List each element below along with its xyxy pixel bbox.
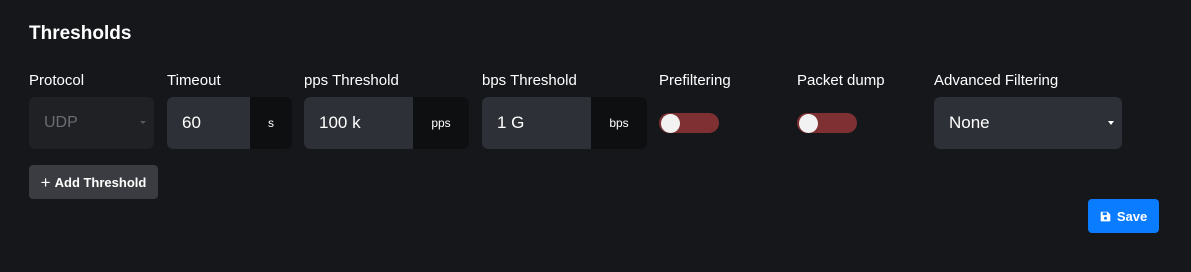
bps-threshold-unit: bps — [591, 97, 647, 149]
section-title: Thresholds — [29, 23, 132, 44]
timeout-input[interactable]: 60 — [167, 97, 250, 149]
floppy-disk-icon — [1100, 211, 1111, 221]
chevron-down-icon — [140, 121, 146, 124]
protocol-value: UDP — [44, 114, 78, 131]
add-threshold-button[interactable]: + Add Threshold — [29, 165, 158, 199]
protocol-label: Protocol — [29, 72, 85, 89]
pps-threshold-input-group: 100 k pps — [304, 97, 469, 149]
save-label: Save — [1116, 208, 1148, 224]
toggle-knob — [661, 114, 680, 133]
prefiltering-label: Prefiltering — [659, 72, 731, 89]
bps-threshold-input-group: 1 G bps — [482, 97, 647, 149]
pps-threshold-unit: pps — [413, 97, 469, 149]
packet-dump-toggle[interactable] — [797, 113, 857, 133]
prefiltering-toggle[interactable] — [659, 113, 719, 133]
advanced-filtering-select[interactable]: None — [934, 97, 1122, 149]
bps-threshold-input[interactable]: 1 G — [482, 97, 591, 149]
advanced-filtering-value: None — [949, 113, 990, 132]
save-button[interactable]: Save — [1088, 199, 1159, 233]
packet-dump-label: Packet dump — [797, 72, 885, 89]
timeout-unit: s — [250, 97, 292, 149]
timeout-input-group: 60 s — [167, 97, 292, 149]
add-threshold-label: Add Threshold — [54, 174, 147, 190]
advanced-filtering-label: Advanced Filtering — [934, 72, 1059, 89]
chevron-down-icon — [1108, 121, 1114, 125]
toggle-knob — [799, 114, 818, 133]
pps-threshold-label: pps Threshold — [304, 72, 399, 89]
pps-threshold-input[interactable]: 100 k — [304, 97, 413, 149]
protocol-select[interactable]: UDP — [29, 97, 154, 149]
plus-icon: + — [40, 172, 51, 192]
bps-threshold-label: bps Threshold — [482, 72, 577, 89]
timeout-label: Timeout — [167, 72, 221, 89]
